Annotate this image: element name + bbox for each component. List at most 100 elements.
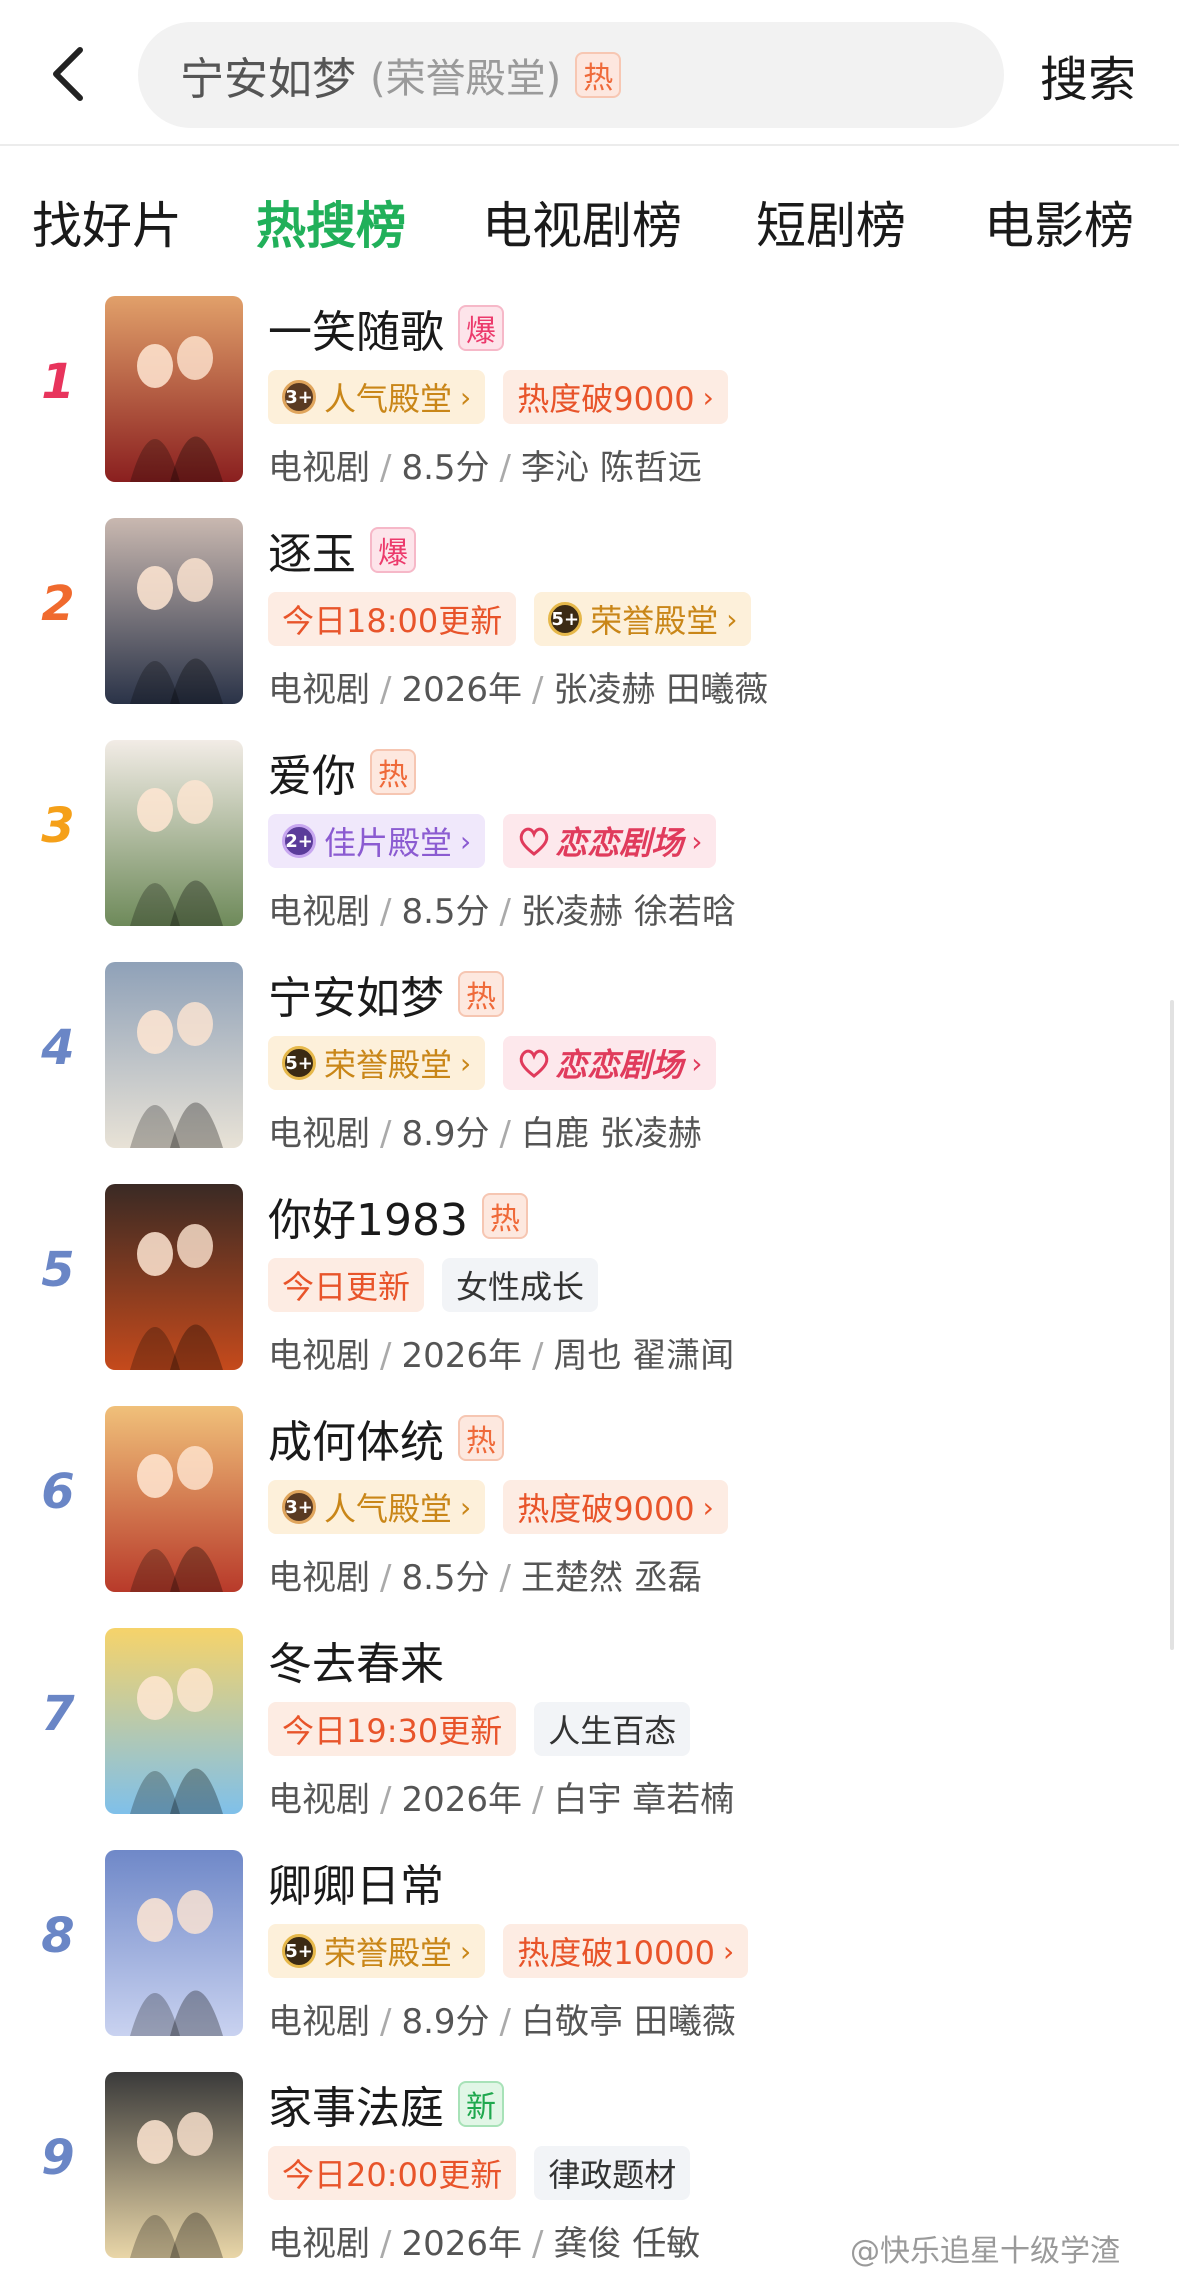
back-button[interactable] [40, 38, 96, 110]
chevron-right-icon: › [702, 380, 714, 414]
medal-icon: 3+ [282, 380, 316, 414]
drama-meta: 电视剧/8.9分 / 白敬亭 田曦薇 [268, 1994, 736, 2043]
drama-tag[interactable]: 女性成长 [442, 1258, 599, 1312]
drama-tag[interactable]: 热度破10000 › [503, 1924, 749, 1978]
drama-tag[interactable]: 5+ 荣誉殿堂 › [268, 1924, 486, 1978]
tag-row: 5+ 荣誉殿堂 › 恋恋剧场 › [268, 1036, 734, 1090]
drama-tag[interactable]: 5+ 荣誉殿堂 › [268, 1036, 486, 1090]
status-badge: 热 [481, 1193, 528, 1239]
tab-tv-ranking[interactable]: 电视剧榜 [482, 186, 682, 258]
drama-tag[interactable]: 3+ 人气殿堂 › [268, 1480, 486, 1534]
drama-tag[interactable]: 律政题材 [534, 2146, 691, 2200]
separator: / [499, 1558, 512, 1598]
rank-number: 8 [41, 1908, 75, 1964]
list-item[interactable]: 6 成何体统热 3+ 人气殿堂 › 热度破9000 › 电视剧/8.5分 / 王楚然 丞磊 [0, 1402, 1179, 1624]
tag-row: 今日18:00更新 5+ 荣誉殿堂 › [268, 592, 769, 646]
tag-label: 人生百态 [548, 1712, 677, 1750]
medal-icon: 5+ [282, 1934, 316, 1968]
medal-icon: 5+ [282, 1046, 316, 1080]
list-item[interactable]: 7 冬去春来今日19:30更新 人生百态 电视剧/2026年 / 白宇 章若楠 [0, 1624, 1179, 1846]
tag-row: 3+ 人气殿堂 › 热度破9000 › [268, 1480, 746, 1534]
poster-image[interactable] [105, 1184, 243, 1370]
poster-image[interactable] [105, 518, 243, 704]
chevron-right-icon: › [460, 1490, 472, 1524]
medal-icon: 3+ [282, 1490, 316, 1524]
list-item[interactable]: 8 卿卿日常 5+ 荣誉殿堂 › 热度破10000 › 电视剧/8.9分 / 白敬亭 田曦薇 [0, 1846, 1179, 2068]
separator: / [532, 2224, 544, 2264]
drama-title[interactable]: 成何体统 [268, 1406, 444, 1470]
chevron-right-icon: › [691, 1046, 703, 1080]
tab-movie-ranking[interactable]: 电影榜 [984, 186, 1134, 258]
drama-title[interactable]: 你好1983 [268, 1184, 468, 1248]
tag-label: 热度破9000 [517, 380, 695, 418]
rank-number: 7 [41, 1686, 75, 1742]
drama-tag[interactable]: 3+ 人气殿堂 › [268, 370, 486, 424]
separator: / [380, 1336, 392, 1376]
status-badge: 爆 [458, 305, 504, 351]
drama-tag[interactable]: 今日19:30更新 [268, 1702, 517, 1756]
drama-tag[interactable]: 恋恋剧场 › [503, 1036, 717, 1090]
list-item[interactable]: 1 一笑随歌爆 3+ 人气殿堂 › 热度破9000 › 电视剧/8.5分 / 李沁 陈哲远 [0, 292, 1179, 514]
drama-score-or-year: 8.9分 [401, 2002, 490, 2042]
drama-title[interactable]: 家事法庭 [268, 2072, 444, 2136]
drama-score-or-year: 8.5分 [401, 1558, 490, 1598]
separator: / [380, 1114, 392, 1154]
drama-title[interactable]: 逐玉 [268, 518, 356, 582]
rank-number: 4 [41, 1020, 75, 1076]
drama-score-or-year: 8.5分 [401, 448, 490, 488]
separator: / [380, 448, 392, 488]
drama-type: 电视剧 [268, 1780, 370, 1820]
tab-find-good[interactable]: 找好片 [32, 186, 182, 258]
poster-image[interactable] [105, 2072, 243, 2258]
drama-tag[interactable]: 恋恋剧场 › [503, 814, 717, 868]
list-item[interactable]: 3 爱你热 2+ 佳片殿堂 › 恋恋剧场 › 电视剧/8.5分 / 张凌赫 徐若晗 [0, 736, 1179, 958]
drama-tag[interactable]: 今日更新 [268, 1258, 425, 1312]
status-badge: 热 [458, 971, 504, 1017]
tag-label: 热度破10000 [517, 1934, 716, 1972]
poster-image[interactable] [105, 1628, 243, 1814]
drama-cast: 张凌赫 田曦薇 [553, 670, 769, 710]
drama-title[interactable]: 宁安如梦 [268, 962, 444, 1026]
drama-tag[interactable]: 2+ 佳片殿堂 › [268, 814, 486, 868]
drama-tag[interactable]: 热度破9000 › [503, 370, 728, 424]
drama-tag[interactable]: 今日20:00更新 [268, 2146, 517, 2200]
scrollbar[interactable] [1170, 1000, 1174, 1650]
drama-meta: 电视剧/2026年 / 白宇 章若楠 [268, 1772, 734, 1821]
poster-image[interactable] [105, 740, 243, 926]
search-input[interactable]: 宁安如梦 (荣誉殿堂) 热 [138, 22, 1004, 128]
tag-row: 今日更新 女性成长 [268, 1258, 616, 1312]
separator: / [499, 1114, 512, 1154]
poster-image[interactable] [105, 962, 243, 1148]
tab-short-drama[interactable]: 短剧榜 [756, 186, 906, 258]
drama-meta: 电视剧/8.5分 / 王楚然 丞磊 [268, 1550, 702, 1599]
drama-title[interactable]: 卿卿日常 [268, 1850, 444, 1914]
drama-title[interactable]: 冬去春来 [268, 1628, 444, 1692]
drama-cast: 白宇 章若楠 [553, 1780, 735, 1820]
drama-tag[interactable]: 5+ 荣誉殿堂 › [534, 592, 752, 646]
status-badge: 热 [370, 749, 416, 795]
drama-tag[interactable]: 今日18:00更新 [268, 592, 517, 646]
drama-cast: 龚俊 任敏 [553, 2224, 701, 2264]
drama-cast: 白敬亭 田曦薇 [521, 2002, 736, 2042]
tab-hot-search[interactable]: 热搜榜 [256, 186, 406, 258]
drama-tag[interactable]: 人生百态 [534, 1702, 691, 1756]
drama-type: 电视剧 [268, 670, 370, 710]
poster-image[interactable] [105, 1406, 243, 1592]
drama-title[interactable]: 一笑随歌 [268, 296, 444, 360]
tag-label: 今日19:30更新 [282, 1712, 503, 1750]
search-button[interactable]: 搜索 [1040, 40, 1136, 110]
list-item[interactable]: 4 宁安如梦热 5+ 荣誉殿堂 › 恋恋剧场 › 电视剧/8.9分 / 白鹿 张凌赫 [0, 958, 1179, 1180]
poster-image[interactable] [105, 296, 243, 482]
drama-type: 电视剧 [268, 1558, 370, 1598]
drama-type: 电视剧 [268, 448, 370, 488]
drama-title[interactable]: 爱你 [268, 740, 356, 804]
poster-image[interactable] [105, 1850, 243, 2036]
drama-type: 电视剧 [268, 1336, 370, 1376]
drama-tag[interactable]: 热度破9000 › [503, 1480, 728, 1534]
status-badge: 新 [458, 2081, 504, 2127]
tag-label: 今日20:00更新 [282, 2156, 503, 2194]
list-item[interactable]: 5 你好1983 热今日更新 女性成长 电视剧/2026年 / 周也 翟潇闻 [0, 1180, 1179, 1402]
drama-type: 电视剧 [268, 2224, 370, 2264]
drama-type: 电视剧 [268, 892, 370, 932]
list-item[interactable]: 2 逐玉爆今日18:00更新 5+ 荣誉殿堂 › 电视剧/2026年 / 张凌赫 田曦薇 [0, 514, 1179, 736]
